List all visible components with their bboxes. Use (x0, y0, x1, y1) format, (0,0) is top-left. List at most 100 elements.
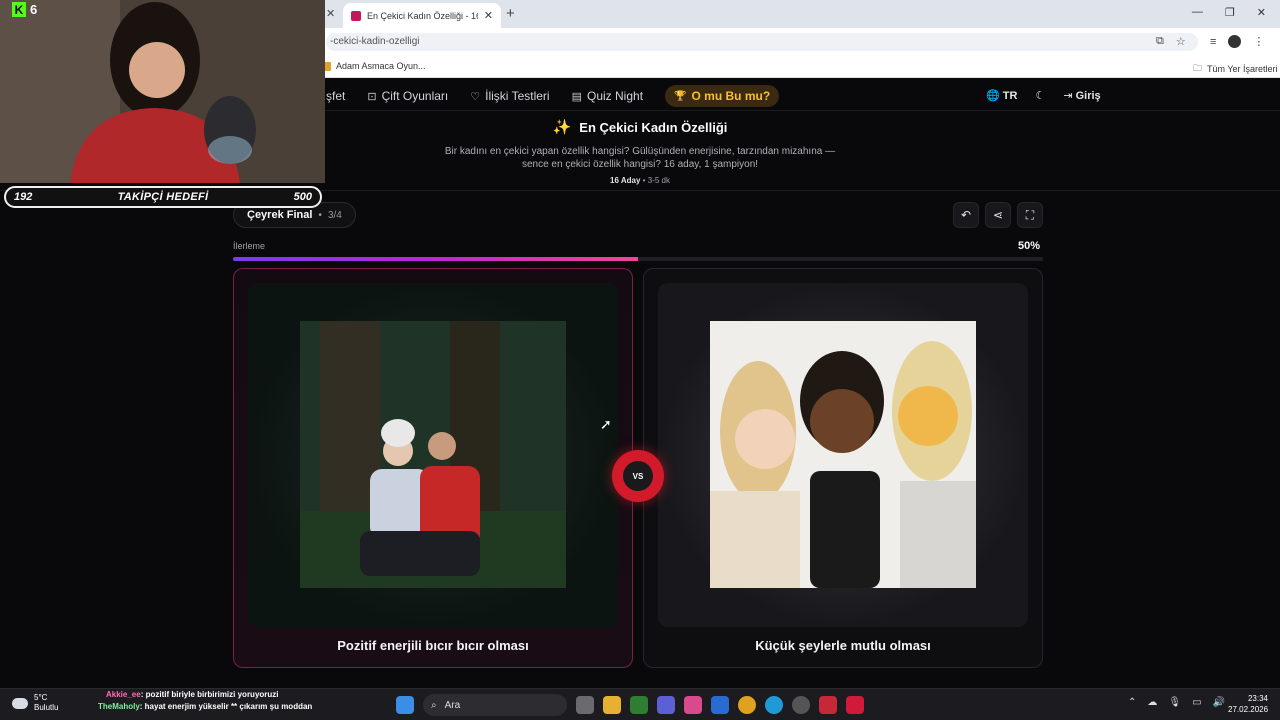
nav-item-o-mu-bu-mu[interactable]: 🏆 O mu Bu mu? (665, 85, 780, 107)
quiz-description: Bir kadını en çekici yapan özellik hangi… (444, 146, 836, 170)
round-name: Çeyrek Final (247, 209, 313, 221)
window-controls: — ❐ ✕ (1192, 6, 1266, 19)
share-icon: ⋖ (992, 208, 1004, 222)
share-button[interactable]: ⋖ (985, 202, 1011, 228)
option-card-right[interactable]: Küçük şeylerle mutlu olması (643, 268, 1043, 668)
trophy-icon: 🏆 (674, 90, 687, 102)
weather-widget[interactable]: 5°C Bulutlu (12, 693, 58, 713)
bookmark-item[interactable]: Adam Asmaca Oyun... (324, 61, 426, 71)
nvidia-icon[interactable] (630, 696, 648, 714)
folder-icon: 🗀 (1193, 63, 1203, 73)
close-tab-icon[interactable]: ✕ (484, 9, 493, 22)
nav-item-iliski-testleri[interactable]: ♡ İlişki Testleri (470, 89, 549, 103)
network-icon[interactable]: ▭ (1192, 697, 1201, 708)
restore-icon[interactable]: ❐ (1225, 6, 1235, 19)
chrome-icon[interactable] (738, 696, 756, 714)
round-match: 3/4 (327, 209, 342, 221)
kick-viewer-count: K 6 (12, 2, 37, 17)
taskbar-apps: ⌕ Ara (396, 694, 864, 716)
progress-bar (233, 257, 1043, 261)
option-image-left (248, 283, 618, 627)
close-tab-icon[interactable]: ✕ (326, 7, 335, 20)
nav-item-quiz-night[interactable]: ▤ Quiz Night (572, 89, 643, 103)
quiz-title: ✨ En Çekici Kadın Özelliği (440, 118, 840, 136)
minimize-icon[interactable]: — (1192, 6, 1203, 19)
menu-dots-icon[interactable]: ⋮ (1253, 35, 1264, 48)
all-bookmarks[interactable]: 🗀 Tüm Yer İşaretleri (1193, 61, 1278, 77)
system-tray: ⌃ ☁ 🎙 ▭ 🔊 (1128, 697, 1225, 708)
progress-value: 50% (1018, 240, 1041, 252)
search-placeholder: Ara (444, 699, 461, 711)
media-control-icon[interactable]: ≡ (1210, 36, 1216, 48)
profile-avatar[interactable] (1228, 35, 1242, 48)
sparkles-icon: ✨ (552, 119, 572, 136)
follower-goal-bar: 192 TAKİPÇİ HEDEFİ 500 (4, 186, 322, 208)
favicon-icon (351, 10, 361, 21)
edge-icon[interactable] (765, 696, 783, 714)
progress-fill (233, 257, 638, 261)
nav-label: Quiz Night (587, 89, 644, 103)
taskbar-search[interactable]: ⌕ Ara (423, 694, 567, 716)
search-icon: ⌕ (431, 699, 437, 711)
url-field[interactable]: -cekici-kadin-ozelligi (326, 33, 1198, 51)
browser-tab[interactable]: En Çekici Kadın Özelliği - 16 Ad ✕ (343, 3, 501, 28)
microphone-icon[interactable]: 🎙 (1168, 697, 1181, 708)
bookmark-star-icon[interactable]: ☆ (1176, 35, 1186, 48)
file-explorer-icon[interactable] (603, 696, 621, 714)
onedrive-icon[interactable]: ☁ (1147, 697, 1157, 708)
close-window-icon[interactable]: ✕ (1257, 6, 1266, 19)
bookmark-icon (324, 61, 331, 71)
kick-logo-icon: K (12, 2, 26, 17)
goal-target: 500 (293, 191, 312, 203)
nav-item-kesfet[interactable]: şfet (326, 89, 345, 103)
chat-message: TheMaholy: hayat enerjim yükselir ** çık… (98, 702, 313, 711)
chat-text: pozitif biriyle birbirimizi yoruyoruzi (145, 690, 279, 699)
obs-icon[interactable] (792, 696, 810, 714)
vs-badge: VS (612, 450, 664, 502)
app-icon[interactable] (846, 696, 864, 714)
vs-label: VS (623, 461, 653, 491)
chat-user: TheMaholy (98, 702, 140, 711)
address-icons: ⧉ ☆ (1156, 35, 1186, 48)
quiz-tools: ↶ ⋖ ⛶ (953, 202, 1043, 228)
app-icon[interactable] (819, 696, 837, 714)
main-nav: şfet ⊡ Çift Oyunları ♡ İlişki Testleri ▤… (326, 84, 780, 108)
webcam-overlay (0, 0, 325, 183)
option-card-left[interactable]: Pozitif enerjili bıcır bıcır olması (233, 268, 633, 668)
language-switch[interactable]: 🌐 TR (986, 89, 1017, 102)
candidate-count: 16 Aday (610, 176, 641, 185)
goal-current: 192 (14, 191, 33, 203)
dark-mode-icon[interactable]: ☾ (1035, 89, 1045, 102)
quiz-title-text: En Çekici Kadın Özelliği (579, 119, 728, 135)
heart-icon: ♡ (470, 90, 481, 103)
undo-icon: ↶ (960, 208, 972, 222)
chevron-up-icon[interactable]: ⌃ (1128, 697, 1136, 708)
chat-text: hayat enerjim yükselir ** çıkarım şu mod… (144, 702, 313, 711)
progress-label: İlerleme (233, 241, 266, 251)
viewer-count: 6 (30, 2, 38, 17)
meta-dot: • (318, 209, 322, 221)
login-label: Giriş (1075, 90, 1101, 102)
volume-icon[interactable]: 🔊 (1213, 697, 1225, 708)
new-tab-button[interactable]: + (506, 5, 515, 22)
start-icon[interactable] (396, 696, 414, 714)
option-caption-left: Pozitif enerjili bıcır bıcır olması (337, 638, 529, 653)
nav-label: İlişki Testleri (485, 89, 550, 103)
install-app-icon[interactable]: ⧉ (1156, 35, 1164, 48)
nav-item-cift-oyunlari[interactable]: ⊡ Çift Oyunları (367, 89, 448, 103)
store-icon[interactable] (711, 696, 729, 714)
clock-date: 27.02.2026 (1228, 705, 1269, 714)
nav-label: O mu Bu mu? (691, 89, 771, 103)
browser-toolbar-right: ≡ ⋮ (1210, 35, 1264, 48)
tab-title: En Çekici Kadın Özelliği - 16 Ad (367, 10, 478, 21)
nav-right: 🌐 TR ☾ ⇥ Giriş (986, 89, 1101, 102)
task-view-icon[interactable] (576, 696, 594, 714)
system-clock[interactable]: 23:34 27.02.2026 (1228, 693, 1268, 715)
nav-label: Çift Oyunları (381, 89, 449, 103)
copilot-icon[interactable] (684, 696, 702, 714)
login-button[interactable]: ⇥ Giriş (1063, 89, 1100, 102)
temperature: 5°C (34, 693, 48, 702)
fullscreen-button[interactable]: ⛶ (1017, 202, 1043, 228)
teams-icon[interactable] (657, 696, 675, 714)
undo-button[interactable]: ↶ (953, 202, 979, 228)
